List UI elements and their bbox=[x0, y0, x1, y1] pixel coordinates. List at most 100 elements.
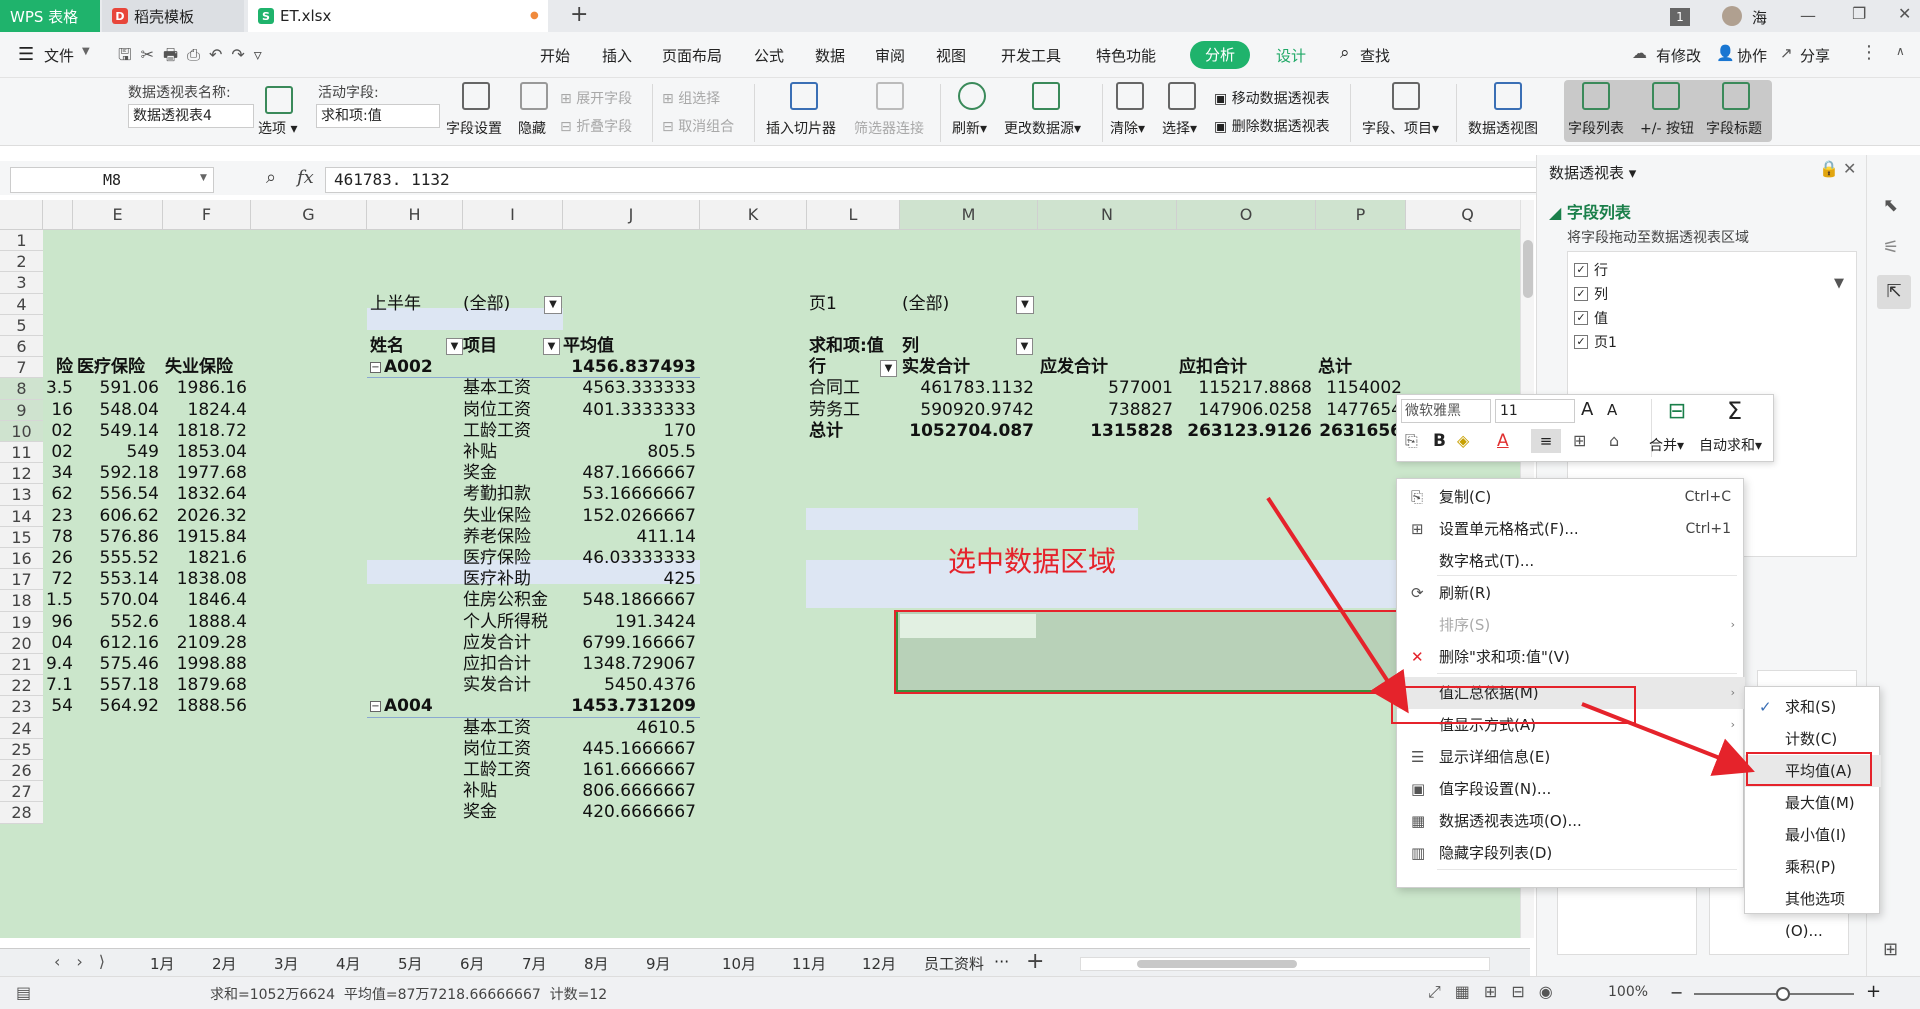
menu-show-details[interactable]: ☰ 显示详细信息(E) bbox=[1397, 741, 1745, 773]
row-header[interactable]: 26 bbox=[0, 760, 43, 782]
filter-icon[interactable]: ▼ bbox=[880, 360, 897, 378]
sheet-tab[interactable]: 2月 bbox=[212, 953, 237, 974]
minimize-icon[interactable]: — bbox=[1800, 6, 1816, 25]
field-item[interactable]: ✓ 值 bbox=[1574, 308, 1608, 330]
column-header[interactable]: I bbox=[463, 200, 563, 230]
field-list-toggle[interactable]: 字段列表 bbox=[1568, 118, 1624, 138]
row-header[interactable]: 21 bbox=[0, 654, 43, 676]
zoom-slider-handle[interactable] bbox=[1776, 987, 1790, 1001]
field-item[interactable]: ✓ 行 bbox=[1574, 260, 1608, 282]
scroll-thumb[interactable] bbox=[1523, 240, 1533, 298]
active-field-input[interactable]: 求和项:值 bbox=[316, 104, 440, 128]
decrease-font-icon[interactable]: A bbox=[1607, 401, 1617, 419]
column-header[interactable]: E bbox=[73, 200, 163, 230]
menu-number-format[interactable]: 数字格式(T)... bbox=[1397, 545, 1745, 577]
search-icon[interactable]: ⌕ bbox=[1340, 43, 1350, 63]
increase-font-icon[interactable]: A bbox=[1581, 399, 1593, 420]
column-header[interactable]: N bbox=[1038, 200, 1177, 230]
row-header[interactable]: 10 bbox=[0, 420, 43, 442]
tab-daoke-templates[interactable]: D 稻壳模板 bbox=[102, 0, 244, 32]
column-header[interactable]: Q bbox=[1406, 200, 1530, 230]
close-pane-icon[interactable]: ✕ bbox=[1843, 159, 1856, 178]
menu-delete-field[interactable]: ✕ 删除"求和项:值"(V) bbox=[1397, 641, 1745, 673]
filter-icon[interactable]: ▼ bbox=[543, 338, 560, 355]
grid-apps-icon[interactable]: ⊞ bbox=[1883, 939, 1898, 960]
row-header[interactable]: 18 bbox=[0, 590, 43, 612]
row-header[interactable]: 14 bbox=[0, 505, 43, 527]
zoom-out-icon[interactable]: − bbox=[1670, 983, 1683, 1002]
column-header[interactable]: K bbox=[700, 200, 807, 230]
checkbox-checked-icon[interactable]: ✓ bbox=[1574, 311, 1588, 325]
change-source-button[interactable]: 更改数据源▾ bbox=[1004, 118, 1081, 138]
formula-input[interactable]: 461783. 1132 bbox=[325, 167, 1537, 193]
pane-title[interactable]: 数据透视表 ▾ bbox=[1549, 162, 1636, 183]
column-header[interactable]: P bbox=[1316, 200, 1406, 230]
row-header[interactable]: 12 bbox=[0, 463, 43, 485]
menu-search[interactable]: 查找 bbox=[1360, 45, 1390, 66]
row-header[interactable]: 15 bbox=[0, 526, 43, 548]
filter-icon[interactable]: ▼ bbox=[1834, 276, 1844, 291]
menu-view[interactable]: 视图 bbox=[936, 45, 966, 66]
align-icon[interactable]: ≡ bbox=[1531, 429, 1561, 453]
row-header[interactable]: 20 bbox=[0, 632, 43, 654]
zoom-level[interactable]: 100% bbox=[1608, 984, 1648, 1000]
menu-value-field-settings[interactable]: ▣ 值字段设置(N)... bbox=[1397, 773, 1745, 805]
lock-icon[interactable]: 🔒 bbox=[1819, 159, 1839, 178]
submenu-max[interactable]: 最大值(M) bbox=[1745, 787, 1881, 819]
menu-review[interactable]: 审阅 bbox=[875, 45, 905, 66]
merge-icon[interactable]: ⊟ bbox=[1657, 399, 1697, 424]
field-list-section[interactable]: ◢ 字段列表 bbox=[1549, 199, 1631, 223]
row-header[interactable]: 7 bbox=[0, 357, 43, 379]
column-header-d[interactable] bbox=[43, 200, 73, 230]
row-header[interactable]: 1 bbox=[0, 230, 43, 252]
menu-hide-field-list[interactable]: ▥ 隐藏字段列表(D) bbox=[1397, 837, 1745, 869]
move-pivot-button[interactable]: ▣ 移动数据透视表 bbox=[1214, 88, 1330, 108]
spreadsheet-grid[interactable]: E F G H I J K L M N O P Q 1 2 3 4 5 6 7 8 9 10 11 1… bbox=[0, 200, 1530, 938]
border-icon[interactable]: ⊞ bbox=[1573, 431, 1586, 450]
field-headers-toggle[interactable]: 字段标题 bbox=[1706, 118, 1762, 138]
collapse-field-button[interactable]: ⊟ 折叠字段 bbox=[560, 116, 632, 136]
submenu-count[interactable]: 计数(C) bbox=[1745, 723, 1881, 755]
restore-icon[interactable]: ❐ bbox=[1852, 4, 1866, 23]
row-header[interactable]: 5 bbox=[0, 314, 43, 336]
autosum-button[interactable]: 自动求和▾ bbox=[1699, 435, 1762, 455]
autosum-icon[interactable]: Σ bbox=[1727, 397, 1742, 425]
pivot-pane-icon[interactable]: ⇱ bbox=[1877, 275, 1911, 309]
menu-special[interactable]: 特色功能 bbox=[1096, 45, 1156, 66]
share-button[interactable]: 分享 bbox=[1800, 45, 1830, 66]
filter-icon[interactable]: ▼ bbox=[446, 338, 463, 355]
row-header[interactable]: 25 bbox=[0, 738, 43, 760]
fill-color-icon[interactable]: ◈ bbox=[1457, 431, 1469, 450]
collapse-icon[interactable]: − bbox=[370, 701, 381, 713]
row-header[interactable]: 13 bbox=[0, 484, 43, 506]
bold-icon[interactable]: B bbox=[1433, 431, 1446, 451]
horizontal-scrollbar[interactable] bbox=[1080, 957, 1490, 971]
row-header[interactable]: 4 bbox=[0, 293, 43, 315]
select-all-corner[interactable] bbox=[0, 200, 43, 230]
options-button[interactable]: 选项 ▾ bbox=[258, 118, 297, 138]
checkbox-checked-icon[interactable]: ✓ bbox=[1574, 263, 1588, 277]
sheet-tab[interactable]: 7月 bbox=[522, 953, 547, 974]
sheet-tab[interactable]: 4月 bbox=[336, 953, 361, 974]
field-item[interactable]: ✓ 列 bbox=[1574, 284, 1608, 306]
menu-developer[interactable]: 开发工具 bbox=[1001, 45, 1061, 66]
checkbox-checked-icon[interactable]: ✓ bbox=[1574, 287, 1588, 301]
column-header[interactable]: J bbox=[563, 200, 700, 230]
row-header[interactable]: 28 bbox=[0, 802, 43, 824]
filter-dropdown-icon[interactable]: ▼ bbox=[1016, 295, 1034, 314]
fields-items-button[interactable]: 字段、项目▾ bbox=[1362, 118, 1439, 138]
merge-button[interactable]: 合并▾ bbox=[1649, 435, 1684, 455]
sheet-tab[interactable]: 6月 bbox=[460, 953, 485, 974]
window-count-badge[interactable]: 1 bbox=[1670, 8, 1690, 26]
menu-file[interactable]: 文件 bbox=[44, 45, 74, 66]
expand-field-button[interactable]: ⊞ 展开字段 bbox=[560, 88, 632, 108]
sheet-tab[interactable]: 11月 bbox=[792, 953, 826, 974]
font-name-select[interactable]: 微软雅黑 bbox=[1401, 399, 1491, 423]
menu-data[interactable]: 数据 bbox=[815, 45, 845, 66]
plus-minus-toggle[interactable]: +/- 按钮 bbox=[1640, 118, 1694, 138]
sheet-tab[interactable]: 3月 bbox=[274, 953, 299, 974]
menu-copy[interactable]: ⎘ 复制(C) Ctrl+C bbox=[1397, 481, 1745, 513]
menu-design[interactable]: 设计 bbox=[1276, 45, 1306, 66]
more-icon[interactable]: ⋮ bbox=[1860, 42, 1878, 63]
zoom-slider[interactable] bbox=[1694, 993, 1854, 995]
